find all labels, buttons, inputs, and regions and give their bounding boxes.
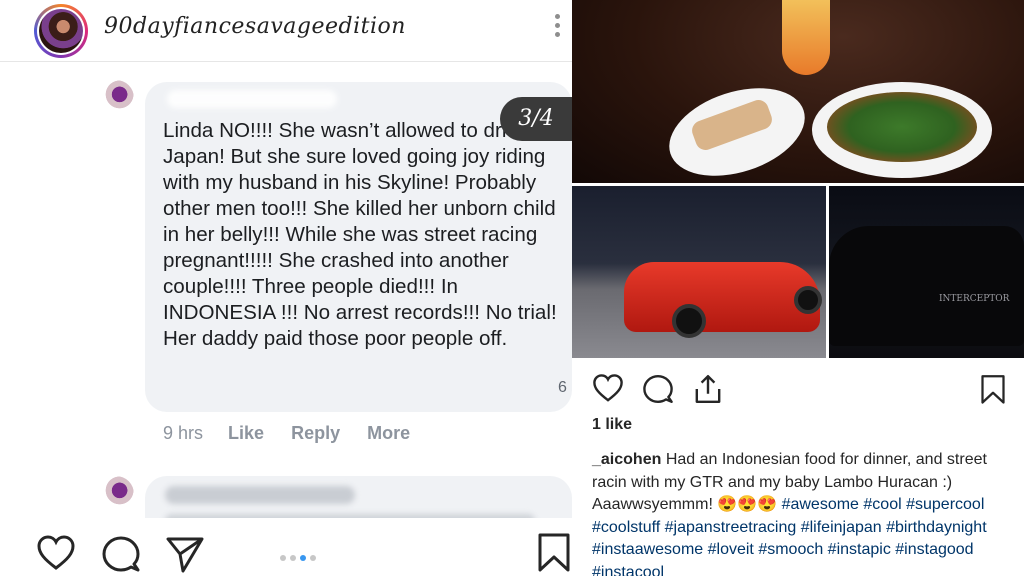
bookmark-icon[interactable] <box>534 532 572 572</box>
like-count[interactable]: 1 like <box>592 416 632 434</box>
avatar[interactable] <box>34 4 88 58</box>
caption-username[interactable]: _aicohen <box>592 451 661 468</box>
commenter-avatar <box>98 80 134 116</box>
post-action-bar-right <box>572 365 1024 415</box>
comment-icon[interactable] <box>642 373 674 405</box>
food-photo <box>572 0 1024 192</box>
comment-actions: 9 hrs Like Reply More <box>163 423 432 444</box>
username[interactable]: 90dayfiancesavageedition <box>104 14 406 39</box>
more-options-icon[interactable] <box>553 14 561 44</box>
comment-text: Linda NO!!!! She wasn’t allowed to drive… <box>163 119 557 350</box>
reaction-count: 6 <box>558 379 567 396</box>
right-post: INTERCEPTOR 1 like _aicohen Had an Indon… <box>572 0 1024 576</box>
share-icon[interactable] <box>692 373 724 405</box>
reply-link: Reply <box>291 423 341 443</box>
more-link: More <box>367 423 411 443</box>
cocktail-drink <box>782 0 830 75</box>
bookmark-icon[interactable] <box>978 373 1008 405</box>
post-caption: _aicohen Had an Indonesian food for dinn… <box>592 449 992 576</box>
comment-icon[interactable] <box>101 534 141 574</box>
blurred-name-2 <box>165 486 355 504</box>
comment-time: 9 hrs <box>163 423 204 443</box>
heart-icon[interactable] <box>36 534 76 574</box>
slide-counter: 3/4 <box>500 97 572 141</box>
red-car <box>624 262 820 332</box>
like-link: Like <box>228 423 265 443</box>
left-post: 90dayfiancesavageedition Linda NO!!!! Sh… <box>0 0 572 576</box>
carousel-indicator <box>280 548 320 566</box>
blurred-commenter-name <box>167 90 337 108</box>
red-lamborghini-photo <box>572 186 826 358</box>
stir-fried-greens <box>827 92 977 162</box>
post-header: 90dayfiancesavageedition <box>0 0 572 62</box>
send-icon[interactable] <box>165 534 205 574</box>
post-action-bar <box>0 518 572 576</box>
black-car <box>829 226 1024 346</box>
heart-icon[interactable] <box>592 373 624 405</box>
commenter-avatar-2 <box>98 476 134 512</box>
car-badge: INTERCEPTOR <box>939 294 1010 304</box>
black-gtr-photo: INTERCEPTOR <box>829 186 1024 358</box>
